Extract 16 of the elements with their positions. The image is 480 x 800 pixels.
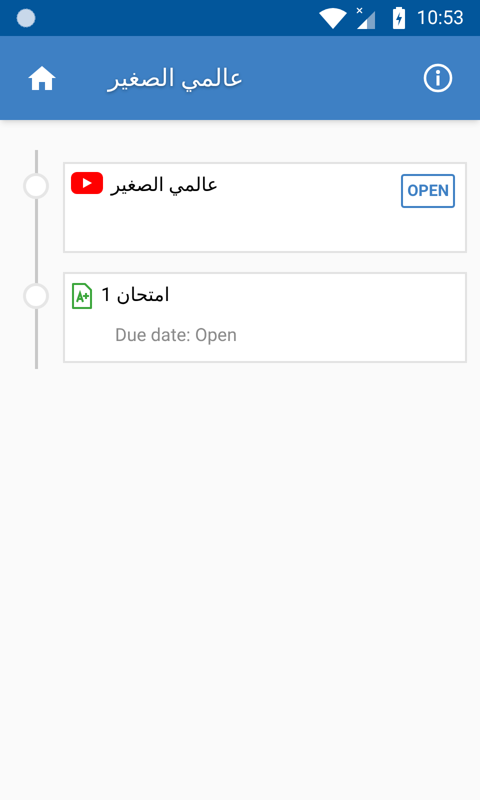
wifi-icon bbox=[318, 7, 347, 29]
app-title: عالمي الصغير bbox=[108, 63, 244, 94]
open-button[interactable]: OPEN bbox=[401, 174, 455, 208]
video-play-icon bbox=[71, 172, 103, 194]
timeline-node bbox=[23, 173, 49, 199]
sync-icon bbox=[16, 8, 36, 28]
document-icon bbox=[71, 282, 93, 310]
status-time: 10:53 bbox=[416, 4, 464, 31]
activity-title: عالمي الصغير bbox=[111, 172, 218, 198]
signal-icon bbox=[354, 7, 377, 29]
activity-title: امتحان 1 bbox=[101, 282, 170, 308]
info-icon bbox=[423, 63, 453, 93]
home-icon bbox=[27, 65, 57, 91]
timeline-node bbox=[23, 283, 49, 309]
battery-charging-icon bbox=[392, 7, 405, 29]
due-date: Due date: Open bbox=[115, 324, 238, 348]
